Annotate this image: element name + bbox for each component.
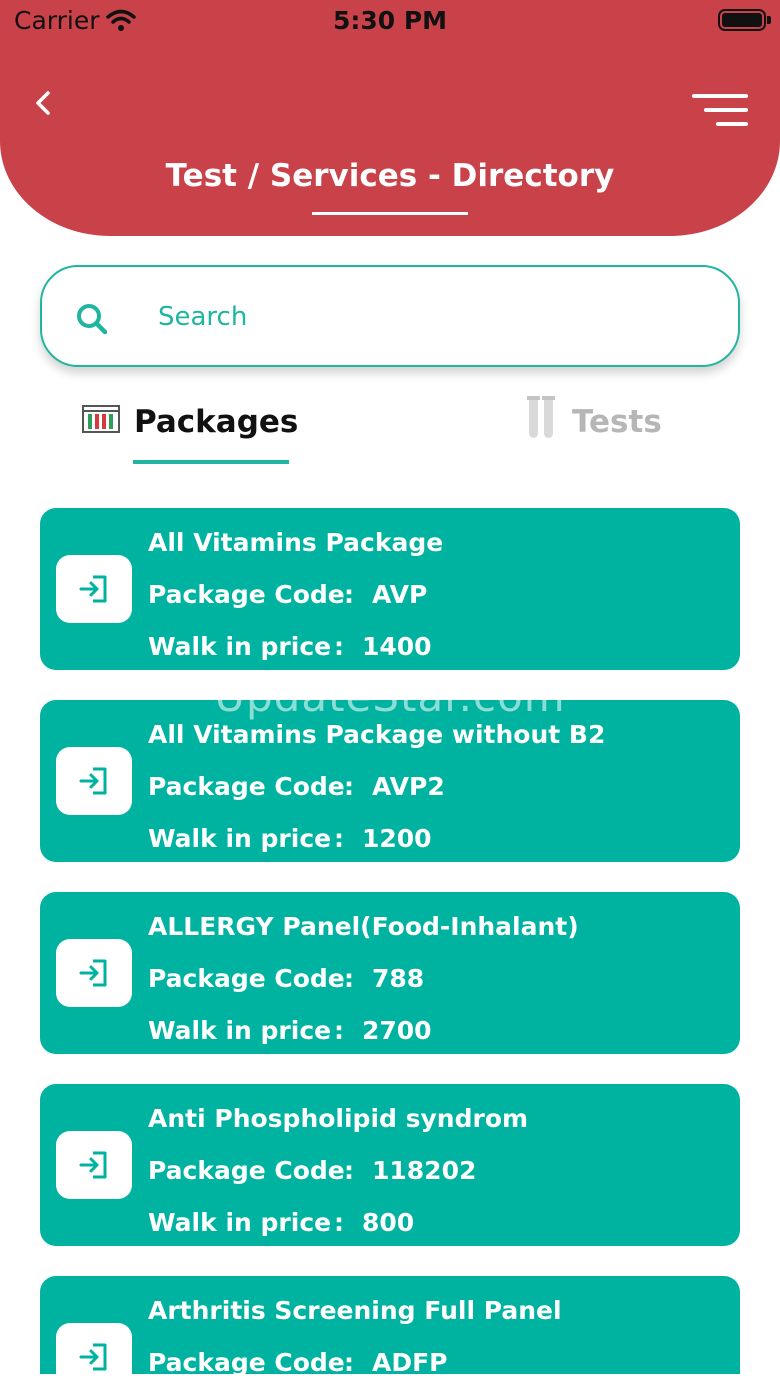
- package-code-label: Package Code: [148, 580, 345, 609]
- page-title: Test / Services - Directory: [165, 158, 615, 194]
- package-card[interactable]: All Vitamins Package Package Code: AVP Wa…: [40, 508, 740, 670]
- status-time: 5:30 PM: [332, 6, 448, 35]
- package-list: All Vitamins Package Package Code: AVP Wa…: [40, 508, 740, 1374]
- login-icon: [79, 959, 107, 987]
- package-code-row: Package Code: 788: [148, 964, 424, 993]
- separator: :: [344, 772, 354, 801]
- walk-in-price-value: 800: [362, 1208, 415, 1237]
- open-package-button[interactable]: [56, 939, 132, 1007]
- separator: :: [344, 1156, 354, 1185]
- walk-in-price-label: Walk in price: [148, 824, 332, 853]
- search-bar[interactable]: [40, 265, 740, 367]
- open-package-button[interactable]: [56, 1323, 132, 1374]
- package-card[interactable]: All Vitamins Package without B2 Package …: [40, 700, 740, 862]
- tests-icon: [527, 396, 555, 438]
- open-package-button[interactable]: [56, 555, 132, 623]
- login-icon: [79, 1343, 107, 1371]
- walk-in-price-label: Walk in price: [148, 632, 332, 661]
- package-code-row: Package Code: AVP2: [148, 772, 445, 801]
- walk-in-price-label: Walk in price: [148, 1208, 332, 1237]
- search-icon: [77, 304, 108, 335]
- header: Carrier 5:30 PM Test / Services - Direct…: [0, 0, 780, 236]
- package-code-label: Package Code: [148, 772, 345, 801]
- tab-packages-label: Packages: [134, 404, 299, 440]
- open-package-button[interactable]: [56, 747, 132, 815]
- package-name: All Vitamins Package: [148, 528, 444, 557]
- separator: :: [334, 824, 344, 853]
- package-name: Anti Phospholipid syndrom: [148, 1104, 529, 1133]
- package-card[interactable]: Arthritis Screening Full Panel Package C…: [40, 1276, 740, 1374]
- package-code-row: Package Code: 118202: [148, 1156, 476, 1185]
- menu-icon[interactable]: [690, 90, 750, 130]
- login-icon: [79, 575, 107, 603]
- walk-in-price-row: Walk in price:800: [148, 1208, 414, 1237]
- package-code-value: ADFP: [372, 1348, 448, 1374]
- separator: :: [334, 1016, 344, 1045]
- package-code-label: Package Code: [148, 1156, 345, 1185]
- separator: :: [344, 1348, 354, 1374]
- package-code-label: Package Code: [148, 1348, 345, 1374]
- package-code-row: Package Code: ADFP: [148, 1348, 448, 1374]
- walk-in-price-row: Walk in price:2700: [148, 1016, 432, 1045]
- package-code-row: Package Code: AVP: [148, 580, 427, 609]
- package-code-value: 788: [372, 964, 425, 993]
- package-name: Arthritis Screening Full Panel: [148, 1296, 562, 1325]
- title-underline: [312, 212, 468, 215]
- package-code-value: AVP: [372, 580, 428, 609]
- battery-icon: [718, 9, 771, 31]
- packages-icon: [82, 405, 120, 433]
- package-card[interactable]: Anti Phospholipid syndrom Package Code: 1…: [40, 1084, 740, 1246]
- login-icon: [79, 767, 107, 795]
- separator: :: [334, 1208, 344, 1237]
- package-name: ALLERGY Panel(Food-Inhalant): [148, 912, 579, 941]
- package-code-value: 118202: [372, 1156, 477, 1185]
- tab-tests-label: Tests: [572, 404, 662, 440]
- package-name: All Vitamins Package without B2: [148, 720, 606, 749]
- walk-in-price-label: Walk in price: [148, 1016, 332, 1045]
- separator: :: [344, 580, 354, 609]
- tab-active-indicator: [133, 460, 289, 464]
- package-code-label: Package Code: [148, 964, 345, 993]
- walk-in-price-value: 1400: [362, 632, 432, 661]
- bottom-strip: [0, 1374, 780, 1387]
- search-input[interactable]: [158, 291, 678, 343]
- status-bar: Carrier 5:30 PM: [0, 0, 780, 44]
- login-icon: [79, 1151, 107, 1179]
- separator: :: [334, 632, 344, 661]
- open-package-button[interactable]: [56, 1131, 132, 1199]
- separator: :: [344, 964, 354, 993]
- tab-tests[interactable]: Tests: [520, 392, 690, 464]
- back-icon[interactable]: [28, 86, 62, 120]
- tab-packages[interactable]: Packages: [80, 392, 310, 464]
- package-card[interactable]: ALLERGY Panel(Food-Inhalant) Package Cod…: [40, 892, 740, 1054]
- walk-in-price-value: 2700: [362, 1016, 432, 1045]
- package-code-value: AVP2: [372, 772, 445, 801]
- walk-in-price-row: Walk in price:1400: [148, 632, 432, 661]
- walk-in-price-row: Walk in price:1200: [148, 824, 432, 853]
- walk-in-price-value: 1200: [362, 824, 432, 853]
